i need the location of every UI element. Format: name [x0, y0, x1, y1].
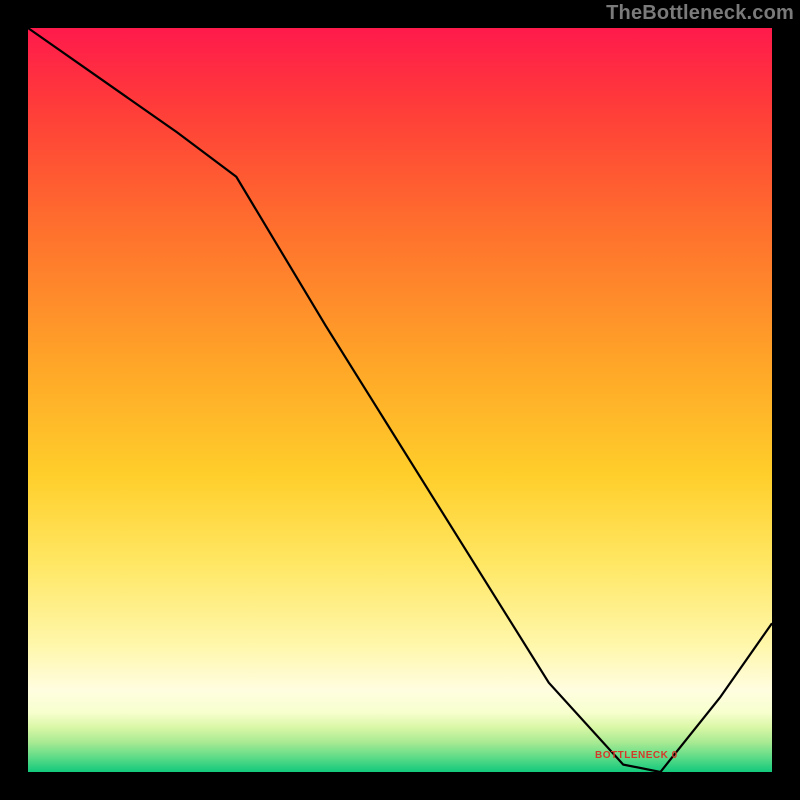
inner-watermark: BOTTLENECK 0 — [595, 750, 678, 761]
attribution-text: TheBottleneck.com — [606, 2, 794, 25]
chart-frame: TheBottleneck.com BOTTLENECK 0 — [0, 0, 800, 800]
plot-area: BOTTLENECK 0 — [28, 28, 772, 772]
bottleneck-curve — [28, 28, 772, 772]
